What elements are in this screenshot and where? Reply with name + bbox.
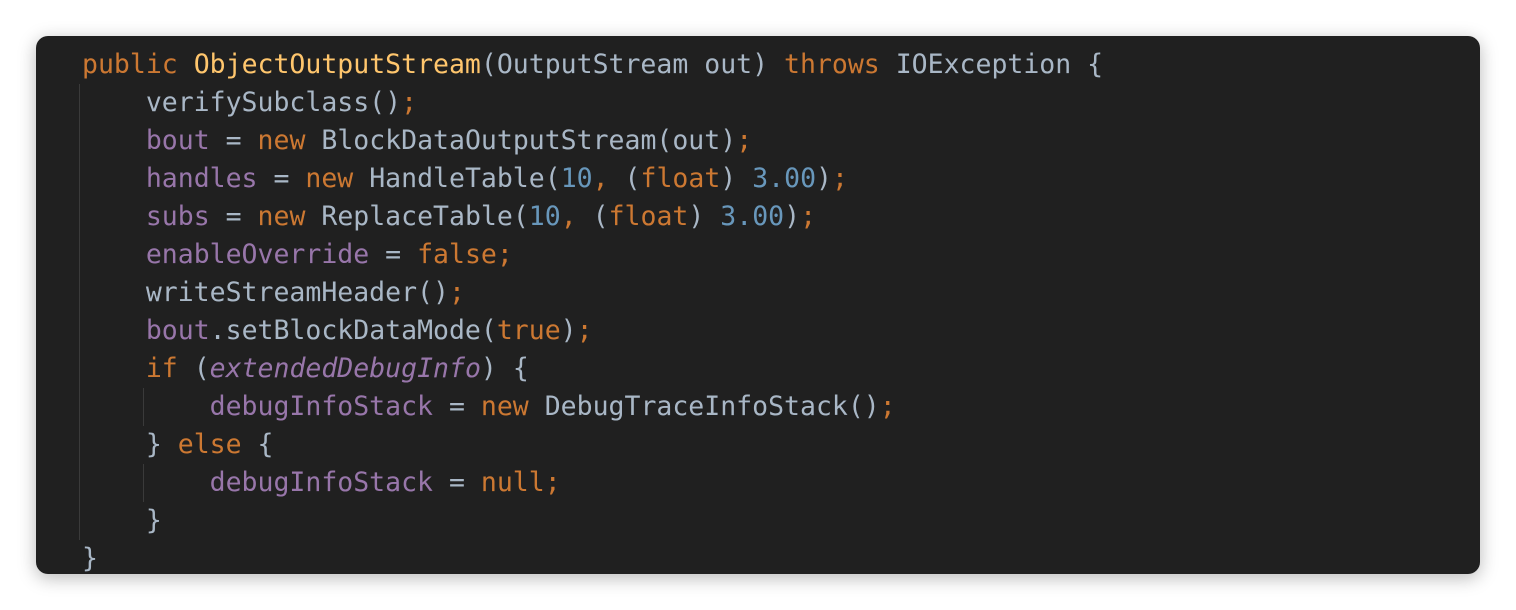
code-token: subs — [145, 201, 210, 232]
code-line: bout.setBlockDataMode(true); — [82, 312, 1103, 350]
code-token: ) — [784, 201, 801, 232]
code-token: ReplaceTable( — [305, 201, 529, 232]
code-line: writeStreamHeader(); — [82, 274, 1103, 312]
code-token: (OutputStream out) — [480, 49, 785, 80]
code-line: debugInfoStack = null; — [82, 464, 1103, 502]
code-token: } — [82, 505, 162, 536]
code-token: ) { — [480, 353, 529, 384]
code-token: ; — [496, 239, 513, 270]
code-token: = — [369, 239, 418, 270]
code-token: = — [209, 201, 258, 232]
code-token: .setBlockDataMode( — [209, 315, 497, 346]
code-token: IOException { — [879, 49, 1104, 80]
code-token: 3.00 — [752, 163, 817, 194]
code-token: = — [257, 163, 306, 194]
code-editor-panel: public ObjectOutputStream(OutputStream o… — [36, 36, 1480, 574]
code-line: public ObjectOutputStream(OutputStream o… — [82, 46, 1103, 84]
code-token: float — [640, 163, 721, 194]
code-token: } — [82, 543, 98, 574]
code-token: new — [305, 163, 354, 194]
code-token: else — [177, 429, 242, 460]
code-token: verifySubclass() — [82, 87, 402, 118]
code-token: throws — [784, 49, 880, 80]
code-line: bout = new BlockDataOutputStream(out); — [82, 122, 1103, 160]
code-token: debugInfoStack — [209, 391, 434, 422]
code-token: ; — [800, 201, 817, 232]
code-token: } — [82, 429, 178, 460]
code-token: ) — [560, 315, 577, 346]
code-token: handles — [145, 163, 258, 194]
code-token: 3.00 — [720, 201, 785, 232]
code-line: } — [82, 502, 1103, 540]
code-token: ; — [576, 315, 593, 346]
code-token: false — [417, 239, 497, 270]
code-token: bout — [145, 125, 210, 156]
code-token: true — [496, 315, 561, 346]
code-token: = — [433, 391, 481, 422]
code-token: ObjectOutputStream — [193, 49, 481, 80]
code-token: float — [608, 201, 689, 232]
code-token: new — [257, 201, 306, 232]
code-line: handles = new HandleTable(10, (float) 3.… — [82, 160, 1103, 198]
code-token: = — [209, 125, 258, 156]
code-token: ) — [816, 163, 832, 194]
code-token: ; — [832, 163, 848, 194]
code-token: writeStreamHeader() — [82, 277, 449, 308]
indent-guide-method — [79, 84, 80, 540]
code-token: ; — [736, 125, 753, 156]
code-token: { — [241, 429, 274, 460]
code-token: enableOverride — [145, 239, 370, 270]
code-token: ; — [879, 391, 896, 422]
code-token: new — [480, 391, 529, 422]
code-token: debugInfoStack — [209, 467, 434, 498]
code-token: public — [82, 49, 178, 80]
code-token: = — [433, 467, 481, 498]
code-token: , — [560, 201, 593, 232]
code-token: HandleTable( — [353, 163, 561, 194]
code-token: ; — [544, 467, 561, 498]
code-line: } — [82, 540, 1103, 574]
code-line: subs = new ReplaceTable(10, (float) 3.00… — [82, 198, 1103, 236]
code-token: ( — [177, 353, 210, 384]
code-token: if — [145, 353, 178, 384]
code-token: ; — [448, 277, 465, 308]
code-token: ; — [401, 87, 418, 118]
code-token: DebugTraceInfoStack() — [528, 391, 880, 422]
code-text[interactable]: public ObjectOutputStream(OutputStream o… — [82, 46, 1103, 574]
code-token: ( — [624, 163, 641, 194]
code-token: bout — [145, 315, 210, 346]
code-token: new — [257, 125, 306, 156]
code-token: ) — [720, 163, 753, 194]
code-line: } else { — [82, 426, 1103, 464]
code-token: , — [592, 163, 625, 194]
code-line: debugInfoStack = new DebugTraceInfoStack… — [82, 388, 1103, 426]
code-line: enableOverride = false; — [82, 236, 1103, 274]
code-token: null — [480, 467, 545, 498]
code-token: BlockDataOutputStream(out) — [305, 125, 737, 156]
code-token: 10 — [528, 201, 561, 232]
code-token: 10 — [560, 163, 593, 194]
code-token: ) — [688, 201, 721, 232]
code-line: verifySubclass(); — [82, 84, 1103, 122]
code-token: extendedDebugInfo — [209, 353, 481, 384]
code-token: ( — [592, 201, 609, 232]
code-line: if (extendedDebugInfo) { — [82, 350, 1103, 388]
